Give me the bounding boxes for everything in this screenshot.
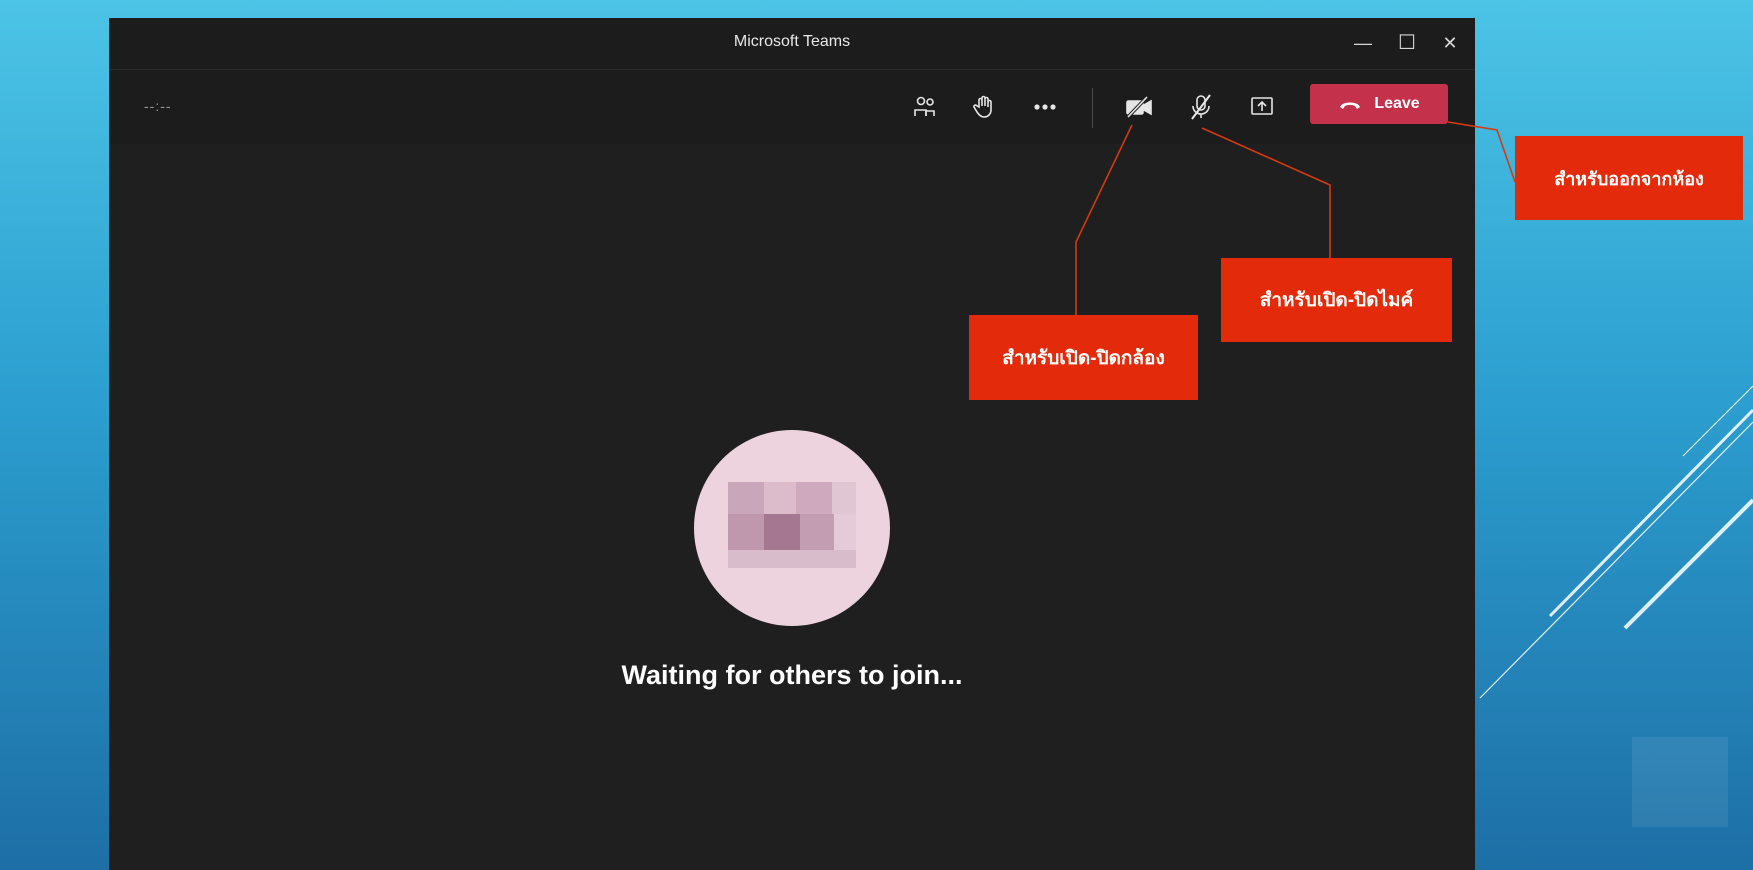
meeting-timer: --:-- <box>144 98 172 114</box>
camera-toggle-button[interactable] <box>1122 90 1156 124</box>
waiting-message: Waiting for others to join... <box>621 660 963 690</box>
mic-off-icon <box>1191 94 1211 120</box>
camera-off-icon <box>1126 95 1152 119</box>
share-screen-icon <box>1251 97 1273 115</box>
meeting-stage: Waiting for others to join... <box>109 144 1475 870</box>
mic-callout: สำหรับเปิด-ปิดไมค์ <box>1221 258 1452 342</box>
teams-window: Microsoft Teams — ☐ ✕ --:-- Leave Waitin… <box>109 18 1475 870</box>
avatar <box>694 430 890 626</box>
close-button[interactable]: ✕ <box>1433 29 1467 57</box>
toolbar-divider <box>1092 88 1093 128</box>
more-icon <box>1034 104 1056 110</box>
raise-hand-button[interactable] <box>967 90 1001 124</box>
more-options-button[interactable] <box>1028 90 1062 124</box>
participants-icon <box>914 96 935 116</box>
share-screen-button[interactable] <box>1245 90 1279 124</box>
maximize-button[interactable]: ☐ <box>1390 29 1424 57</box>
phone-hangup-icon <box>1340 102 1361 109</box>
title-bar: Microsoft Teams — ☐ ✕ <box>109 18 1475 70</box>
leave-label: Leave <box>1374 95 1420 112</box>
participants-button[interactable] <box>908 90 942 124</box>
camera-callout: สำหรับเปิด-ปิดกล้อง <box>969 315 1198 400</box>
mic-toggle-button[interactable] <box>1184 90 1218 124</box>
meeting-toolbar: --:-- Leave <box>109 70 1475 144</box>
leave-callout: สำหรับออกจากห้อง <box>1515 136 1743 220</box>
minimize-button[interactable]: — <box>1346 29 1380 57</box>
decorative-square <box>1632 737 1728 827</box>
raise-hand-icon <box>973 95 992 118</box>
window-title: Microsoft Teams <box>733 33 851 50</box>
leave-button[interactable]: Leave <box>1310 84 1448 124</box>
